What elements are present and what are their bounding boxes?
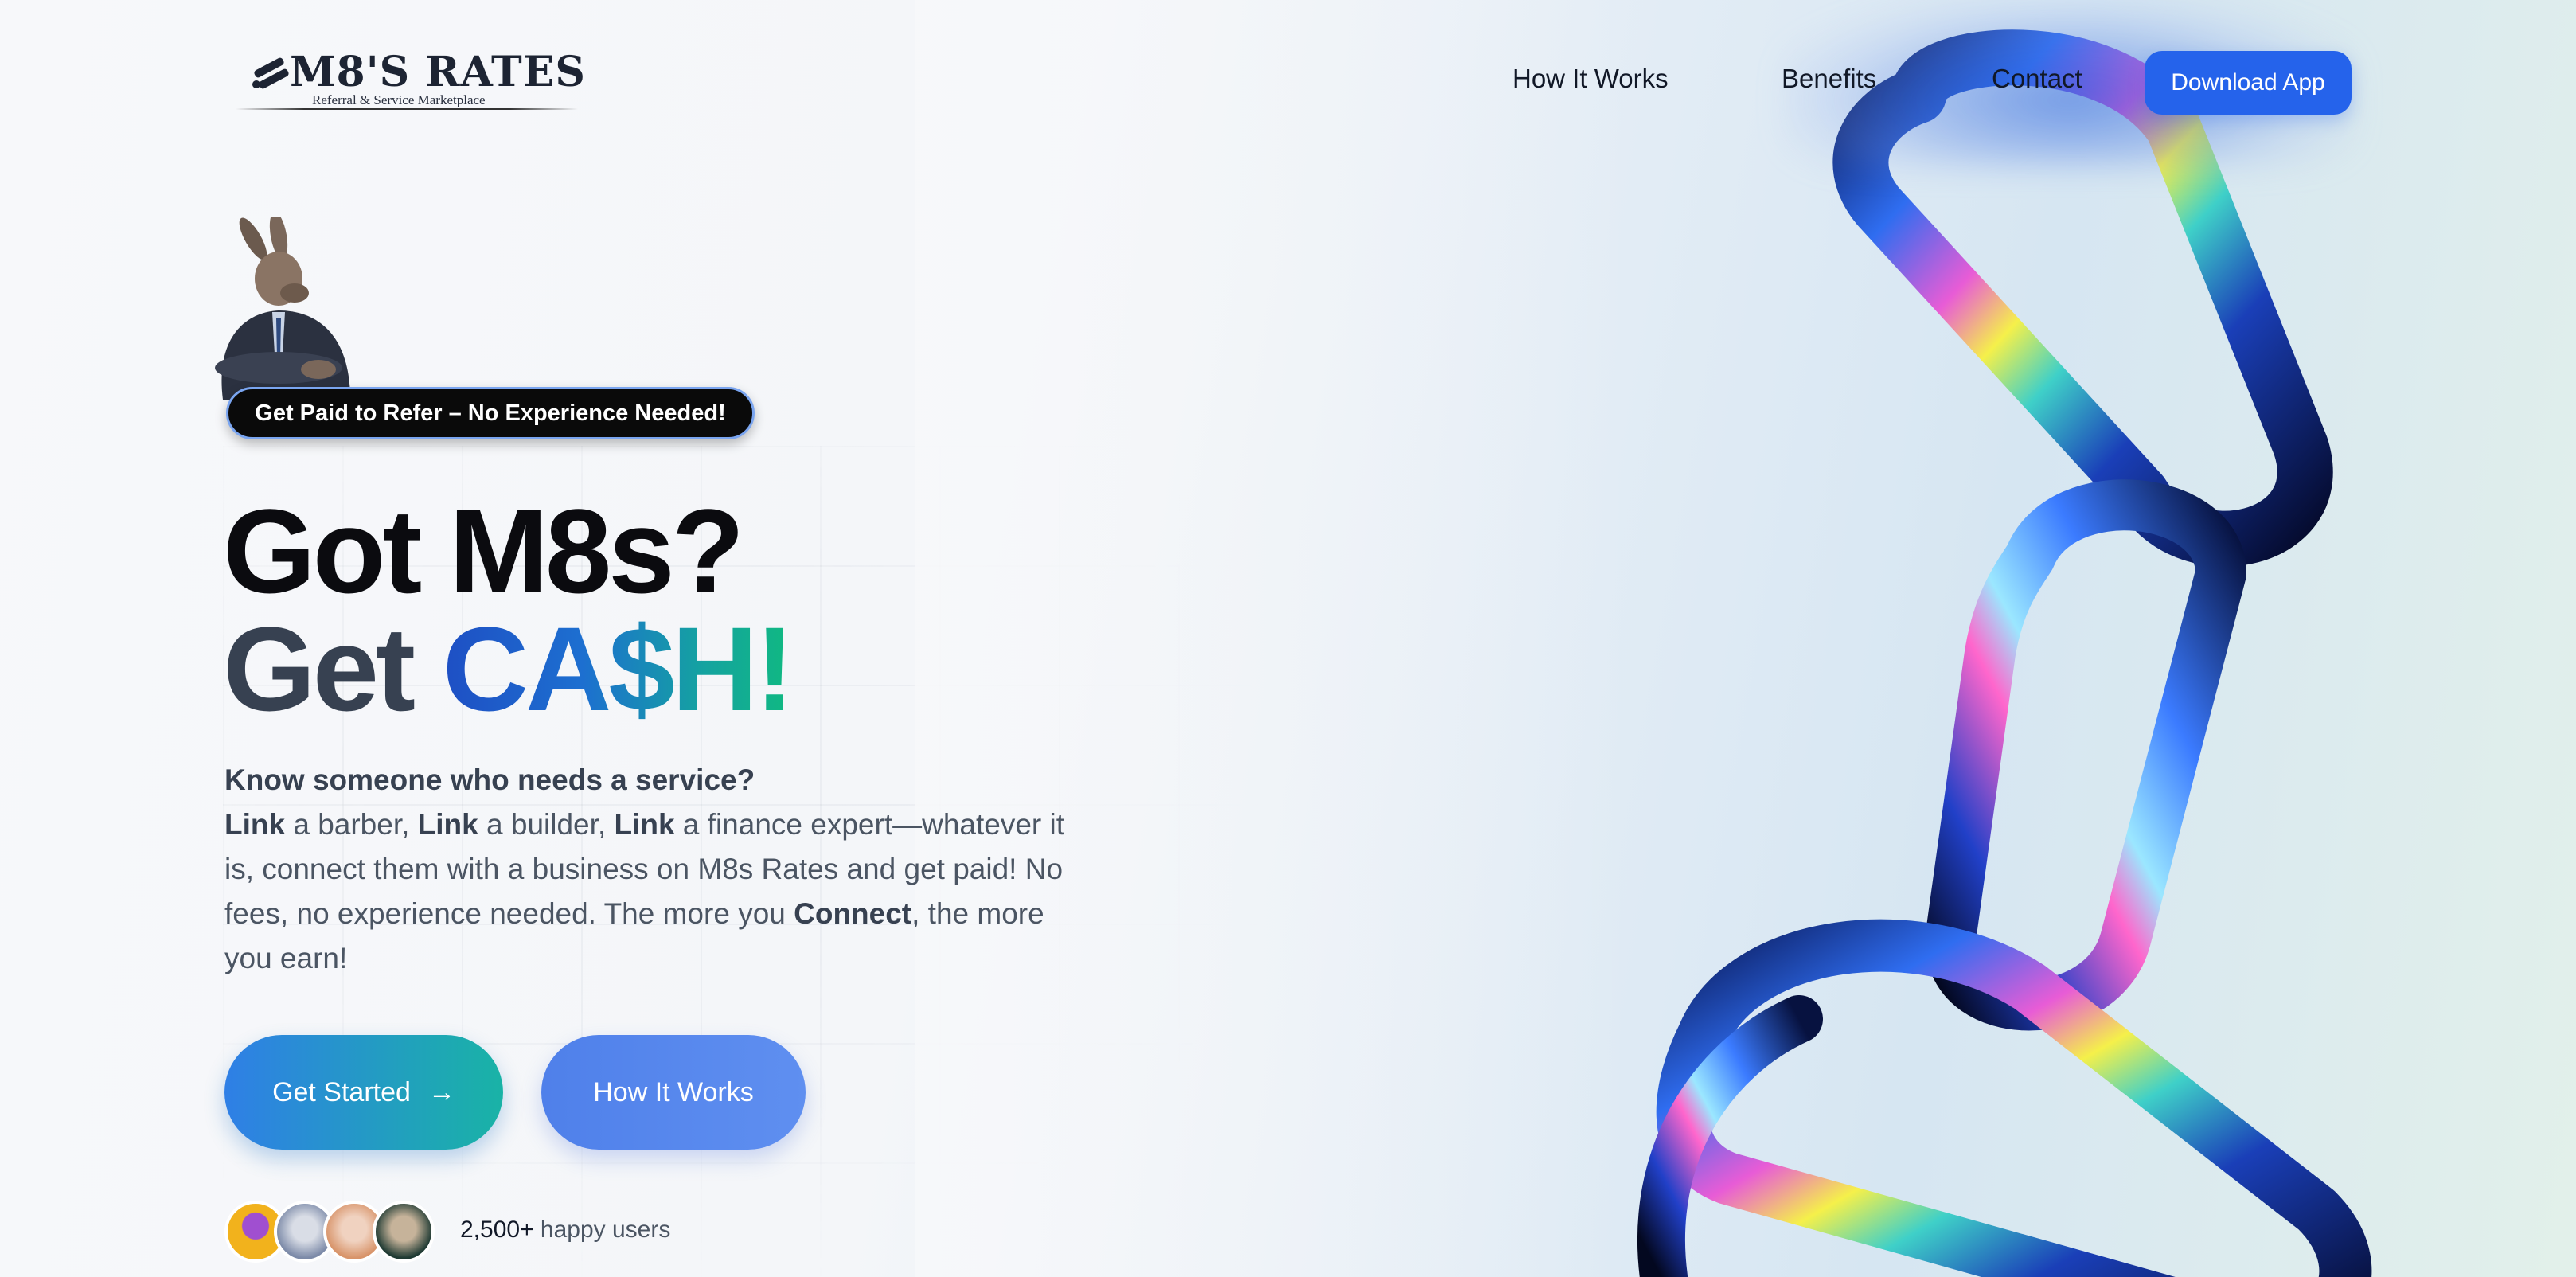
intro-question: Know someone who needs a service? <box>224 763 755 796</box>
nav-benefits[interactable]: Benefits <box>1782 64 1876 94</box>
user-avatars <box>224 1201 447 1264</box>
brand-rule <box>236 108 578 110</box>
brand-subtitle: Referral & Service Marketplace <box>312 92 486 107</box>
headline-line-2: Get CA$H! <box>223 605 794 732</box>
headline-get: Get <box>223 602 416 736</box>
avatar <box>373 1201 435 1263</box>
chain-link-bottom <box>1656 919 2372 1277</box>
brand-logo[interactable]: M8'S RATES Referral & Service Marketplac… <box>236 45 586 111</box>
brand-title: M8'S RATES <box>290 48 586 96</box>
nav-how-it-works[interactable]: How It Works <box>1512 64 1669 94</box>
how-it-works-button[interactable]: How It Works <box>541 1035 806 1150</box>
nav-contact[interactable]: Contact <box>1992 64 2082 94</box>
link-word: Link <box>417 808 478 841</box>
users-count: 2,500+ <box>460 1216 534 1243</box>
connect-word: Connect <box>794 897 912 930</box>
users-label: happy users <box>533 1216 671 1243</box>
copy-segment: a builder, <box>478 808 615 841</box>
arrow-right-icon: → <box>427 1076 455 1107</box>
hero-description: Know someone who needs a service? Link a … <box>224 758 1068 981</box>
get-started-button[interactable]: Get Started → <box>224 1035 503 1150</box>
headline-line-1: Got M8s? <box>223 484 744 618</box>
kangaroo-mascot <box>215 217 350 400</box>
copy-segment: a barber, <box>285 808 418 841</box>
download-app-button[interactable]: Download App <box>2145 51 2352 115</box>
chain-illustration <box>1637 29 2372 1277</box>
headline-cash: CA$H! <box>442 602 794 736</box>
chain-link-middle <box>1925 479 2246 1031</box>
get-started-label: Get Started <box>272 1076 411 1107</box>
link-word: Link <box>224 808 286 841</box>
hero-fade <box>915 0 1632 1277</box>
link-word: Link <box>614 808 675 841</box>
tagline-pill: Get Paid to Refer – No Experience Needed… <box>226 387 755 439</box>
users-count-text: 2,500+ happy users <box>460 1216 670 1244</box>
